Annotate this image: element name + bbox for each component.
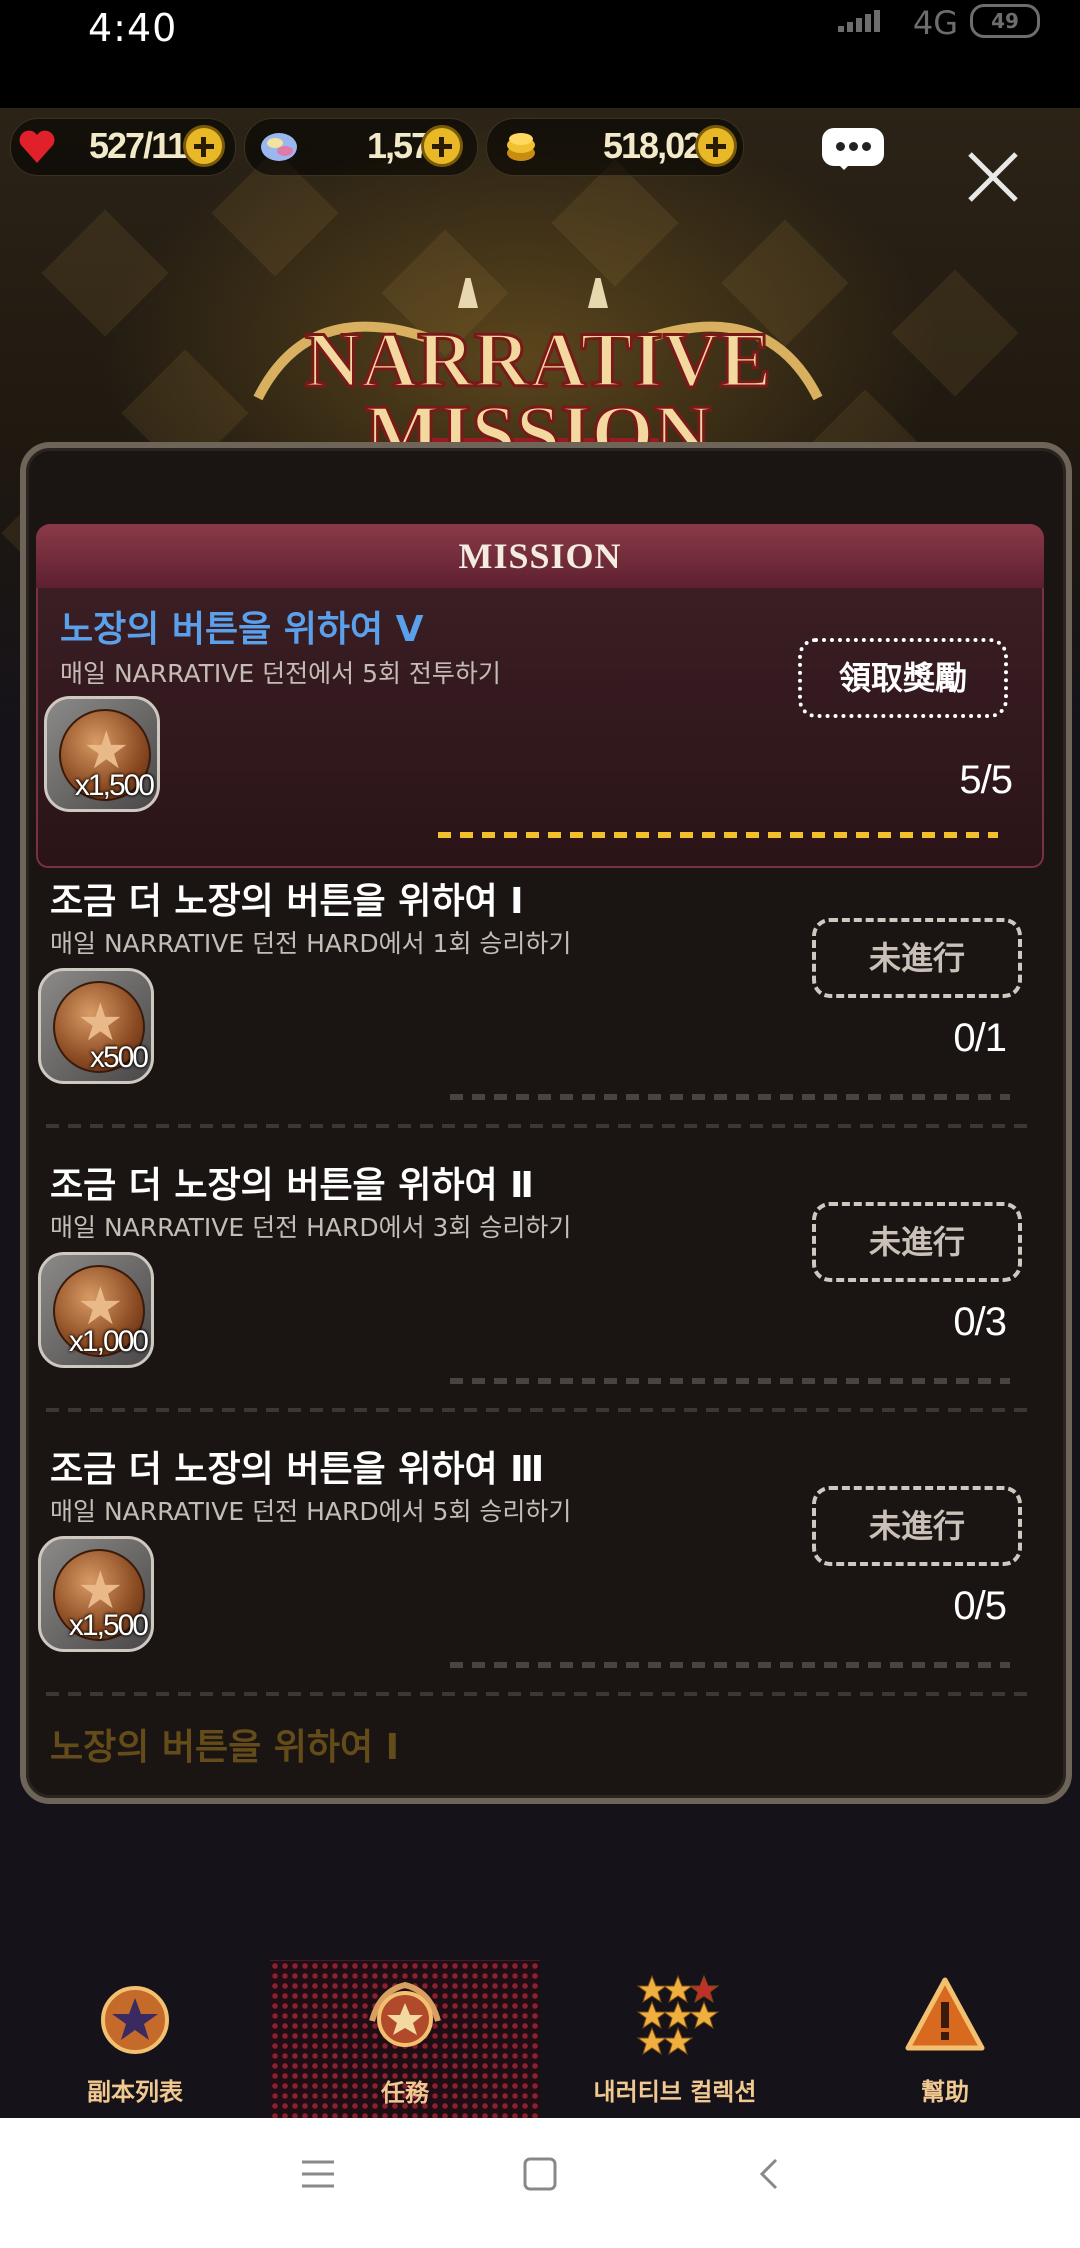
mission-status-button[interactable]: 未進行	[812, 1486, 1022, 1566]
progress-fill	[438, 832, 998, 838]
network-indicator: 4G	[912, 4, 958, 42]
nav-label: 幫助	[921, 2078, 969, 2106]
mission-title: 조금 더 노장의 버튼을 위하여 Ⅱ	[50, 1165, 534, 1206]
separator	[46, 1408, 1034, 1412]
progress-bar	[450, 1378, 1010, 1384]
chat-icon[interactable]	[822, 128, 884, 170]
mission-description: 매일 NARRATIVE 던전에서 5회 전투하기	[60, 659, 501, 688]
mission-title: 노장의 버튼을 위하여 Ⅴ	[60, 609, 424, 650]
close-icon[interactable]	[966, 150, 1020, 204]
signal-icon	[838, 10, 880, 32]
reward-medal-icon: x1,000	[38, 1252, 154, 1368]
mission-description: 매일 NARRATIVE 던전 HARD에서 1회 승리하기	[50, 929, 572, 958]
stars-collection-icon	[636, 1974, 720, 2056]
reward-medal-icon: x500	[38, 968, 154, 1084]
home-icon[interactable]	[522, 2156, 558, 2192]
add-gold-button[interactable]	[695, 125, 737, 167]
nav-item-collection[interactable]: 내러티브 컬렉션	[540, 1960, 810, 2120]
nav-label: 副本列表	[87, 2078, 183, 2106]
mission-description: 매일 NARRATIVE 던전 HARD에서 5회 승리하기	[50, 1497, 572, 1526]
nav-label: 내러티브 컬렉션	[593, 2078, 757, 2106]
progress-bar	[438, 832, 998, 838]
mission-title: 조금 더 노장의 버튼을 위하여 Ⅲ	[50, 1449, 545, 1490]
mission-icon	[369, 1981, 441, 2047]
battery-icon: 49	[970, 4, 1040, 38]
clock: 4:40	[88, 6, 178, 50]
heart-icon	[19, 130, 55, 163]
help-icon	[905, 1977, 985, 2051]
mission-header: MISSION	[36, 524, 1044, 588]
reward-medal-icon: x1,500	[44, 696, 160, 812]
reward-quantity: x1,500	[68, 1609, 149, 1642]
gem-icon	[261, 133, 297, 161]
mission-title: 조금 더 노장의 버튼을 위하여 Ⅰ	[50, 881, 524, 922]
stamina-pill: 527/114	[10, 118, 236, 176]
progress-text: 0/1	[953, 1016, 1007, 1060]
back-icon[interactable]	[752, 2156, 788, 2192]
system-nav-bar	[0, 2118, 1080, 2248]
mission-list[interactable]: 노장의 버튼을 위하여 Ⅴ 매일 NARRATIVE 던전에서 5회 전투하기 …	[36, 588, 1044, 1788]
gems-pill: 1,574	[244, 118, 478, 176]
menu-icon[interactable]	[300, 2156, 336, 2192]
mission-card: 조금 더 노장의 버튼을 위하여 Ⅰ 매일 NARRATIVE 던전 HARD에…	[36, 868, 1044, 1148]
mission-description: 매일 NARRATIVE 던전 HARD에서 3회 승리하기	[50, 1213, 572, 1242]
progress-bar	[450, 1094, 1010, 1100]
mission-card: 조금 더 노장의 버튼을 위하여 Ⅱ 매일 NARRATIVE 던전 HARD에…	[36, 1152, 1044, 1432]
mission-status-button[interactable]: 未進行	[812, 918, 1022, 998]
reward-medal-icon: x1,500	[38, 1536, 154, 1652]
add-stamina-button[interactable]	[183, 125, 225, 167]
progress-text: 0/5	[953, 1584, 1007, 1628]
progress-text: 5/5	[959, 758, 1013, 802]
nav-item-mission[interactable]: 任務	[270, 1960, 540, 2121]
nav-label: 任務	[381, 2079, 429, 2107]
gold-pill: 518,025	[486, 118, 744, 176]
dungeon-list-icon	[101, 1986, 169, 2054]
add-gems-button[interactable]	[421, 125, 463, 167]
separator	[46, 1124, 1034, 1128]
progress-text: 0/3	[953, 1300, 1007, 1344]
mission-status-button[interactable]: 未進行	[812, 1202, 1022, 1282]
next-mission-peek: 노장의 버튼을 위하여 Ⅰ	[50, 1727, 400, 1768]
gold-coin-icon	[507, 133, 535, 161]
reward-quantity: x500	[89, 1041, 149, 1074]
nav-item-help[interactable]: 幫助	[810, 1960, 1080, 2120]
claim-reward-button[interactable]: 領取獎勵	[798, 638, 1008, 718]
reward-quantity: x1,500	[74, 769, 155, 802]
bottom-nav: 副本列表 任務 내러티브 컬렉션 幫助	[0, 1960, 1080, 2121]
progress-bar	[450, 1662, 1010, 1668]
nav-item-dungeon-list[interactable]: 副本列表	[0, 1960, 270, 2120]
mission-card: 조금 더 노장의 버튼을 위하여 Ⅲ 매일 NARRATIVE 던전 HARD에…	[36, 1436, 1044, 1716]
status-bar: 4:40 4G 49	[0, 0, 1080, 108]
mission-card: 노장의 버튼을 위하여 Ⅴ 매일 NARRATIVE 던전에서 5회 전투하기 …	[36, 588, 1044, 868]
reward-quantity: x1,000	[68, 1325, 149, 1358]
separator	[46, 1692, 1034, 1696]
